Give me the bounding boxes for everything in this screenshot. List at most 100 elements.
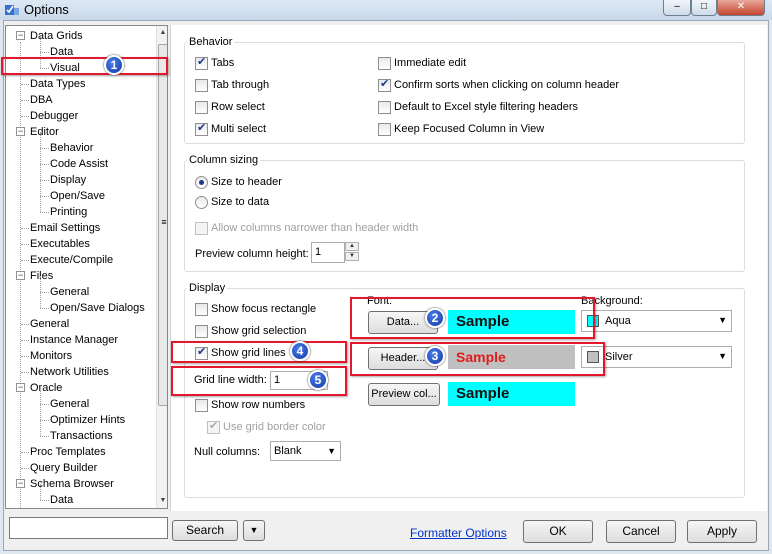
tree-connector-line: [40, 180, 41, 196]
preview-column-button[interactable]: Preview col...: [368, 383, 440, 406]
tree-item[interactable]: Data Types: [30, 76, 85, 92]
tree-expander-icon[interactable]: −: [16, 383, 25, 392]
tree-connector-line: [40, 36, 41, 52]
tree-item[interactable]: Network Utilities: [30, 364, 109, 380]
use-grid-border-checkbox[interactable]: [207, 419, 220, 434]
size-to-header-radio[interactable]: [195, 176, 208, 189]
minimize-button[interactable]: –: [663, 0, 691, 16]
tree-item[interactable]: Schema Browser: [30, 476, 114, 492]
tree-connector-tick: [40, 420, 49, 421]
size-to-data-radio[interactable]: [195, 196, 208, 209]
tree-item[interactable]: Oracle: [30, 380, 62, 396]
tree-expander-icon[interactable]: −: [16, 479, 25, 488]
tree-scrollbar[interactable]: ▲ ≡ ▼: [156, 26, 167, 508]
keep-focused-checkbox[interactable]: [378, 123, 391, 136]
highlight-visual-node: [1, 57, 168, 75]
tree-item[interactable]: General: [50, 396, 89, 412]
tree-connector-tick: [40, 180, 49, 181]
tree-item[interactable]: Display: [50, 172, 86, 188]
callout-marker-3: 3: [425, 346, 445, 366]
title-bar: [0, 0, 772, 20]
default-excel-label: Default to Excel style filtering headers: [394, 101, 579, 113]
tree-connector-line: [40, 148, 41, 164]
confirm-sorts-label: Confirm sorts when clicking on column he…: [394, 79, 619, 91]
tree-connector-tick: [40, 500, 49, 501]
show-focus-checkbox[interactable]: [195, 303, 208, 316]
scroll-down-arrow-icon[interactable]: ▼: [157, 494, 167, 508]
show-grid-selection-checkbox[interactable]: [195, 325, 208, 338]
options-tree[interactable]: − Data Grids Data Visual Data Types DBA Debugg…: [5, 25, 168, 509]
callout-marker-5: 5: [308, 370, 328, 390]
tree-item[interactable]: Debugger: [30, 108, 78, 124]
keep-focused-label: Keep Focused Column in View: [394, 123, 545, 135]
scroll-thumb[interactable]: ≡: [158, 44, 167, 406]
tree-item[interactable]: Execute/Compile: [30, 252, 113, 268]
callout-marker-2: 2: [425, 308, 445, 328]
tree-expander-icon[interactable]: −: [16, 271, 25, 280]
header-background-value: Silver: [605, 351, 633, 363]
immediate-edit-checkbox[interactable]: [378, 57, 391, 70]
tree-item[interactable]: Data: [50, 492, 73, 508]
tree-connector-tick: [40, 308, 49, 309]
spin-down-icon[interactable]: ▼: [345, 252, 359, 261]
tree-item[interactable]: Editor: [30, 124, 59, 140]
close-button[interactable]: ✕: [717, 0, 765, 16]
show-row-numbers-checkbox[interactable]: [195, 399, 208, 412]
maximize-button[interactable]: □: [691, 0, 717, 16]
null-columns-select[interactable]: Blank ▼: [270, 441, 341, 461]
highlight-show-grid-lines: [171, 341, 347, 363]
tree-item[interactable]: Data Grids: [30, 28, 83, 44]
tree-connector-tick: [21, 452, 29, 453]
tree-expander-icon[interactable]: −: [16, 31, 25, 40]
search-input[interactable]: [9, 517, 168, 539]
data-background-value: Aqua: [605, 315, 631, 327]
preview-height-value: 1: [315, 246, 322, 258]
apply-button[interactable]: Apply: [687, 520, 757, 543]
preview-height-spinner[interactable]: 1: [311, 242, 345, 263]
tree-item[interactable]: General: [30, 316, 69, 332]
data-background-select[interactable]: Aqua ▼: [581, 310, 732, 332]
tree-item[interactable]: Open/Save: [50, 188, 105, 204]
tree-item[interactable]: Executables: [30, 236, 90, 252]
search-options-dropdown-icon[interactable]: ▼: [243, 520, 265, 541]
tree-item[interactable]: Monitors: [30, 348, 72, 364]
callout-marker-4: 4: [290, 341, 310, 361]
tree-item[interactable]: Files: [30, 268, 53, 284]
chevron-down-icon: ▼: [718, 315, 727, 325]
row-select-checkbox[interactable]: [195, 101, 208, 114]
allow-narrower-checkbox[interactable]: [195, 222, 208, 235]
chevron-down-icon: ▼: [718, 351, 727, 361]
tree-item[interactable]: Query Builder: [30, 460, 97, 476]
tree-item[interactable]: Behavior: [50, 140, 93, 156]
tree-connector-line: [40, 292, 41, 308]
multi-select-label: Multi select: [211, 123, 267, 135]
multi-select-checkbox[interactable]: [195, 121, 208, 136]
tree-item[interactable]: Printing: [50, 204, 87, 220]
search-button[interactable]: Search: [172, 520, 238, 541]
default-excel-checkbox[interactable]: [378, 101, 391, 114]
tree-item[interactable]: Code Assist: [50, 156, 108, 172]
scroll-up-arrow-icon[interactable]: ▲: [157, 26, 167, 40]
tabs-checkbox[interactable]: [195, 55, 208, 70]
cancel-button[interactable]: Cancel: [606, 520, 676, 543]
size-to-header-label: Size to header: [211, 176, 282, 188]
confirm-sorts-checkbox[interactable]: [378, 77, 391, 92]
spin-up-icon[interactable]: ▲: [345, 242, 359, 251]
tree-item[interactable]: DBA: [30, 92, 53, 108]
tree-item[interactable]: Instance Manager: [30, 332, 118, 348]
ok-button[interactable]: OK: [523, 520, 593, 543]
tree-item[interactable]: Transactions: [50, 428, 113, 444]
tree-expander-icon[interactable]: −: [16, 127, 25, 136]
tree-item[interactable]: General: [50, 284, 89, 300]
tree-connector-tick: [40, 148, 49, 149]
tab-through-checkbox[interactable]: [195, 79, 208, 92]
highlight-data-font: [350, 297, 595, 339]
tree-item[interactable]: Proc Templates: [30, 444, 106, 460]
formatter-options-link[interactable]: Formatter Options: [410, 526, 507, 540]
tree-connector-line: [40, 420, 41, 436]
tree-connector-tick: [40, 212, 49, 213]
tree-item[interactable]: Optimizer Hints: [50, 412, 125, 428]
tree-connector-line: [40, 164, 41, 180]
tree-item[interactable]: Email Settings: [30, 220, 100, 236]
tree-item[interactable]: Open/Save Dialogs: [50, 300, 145, 316]
